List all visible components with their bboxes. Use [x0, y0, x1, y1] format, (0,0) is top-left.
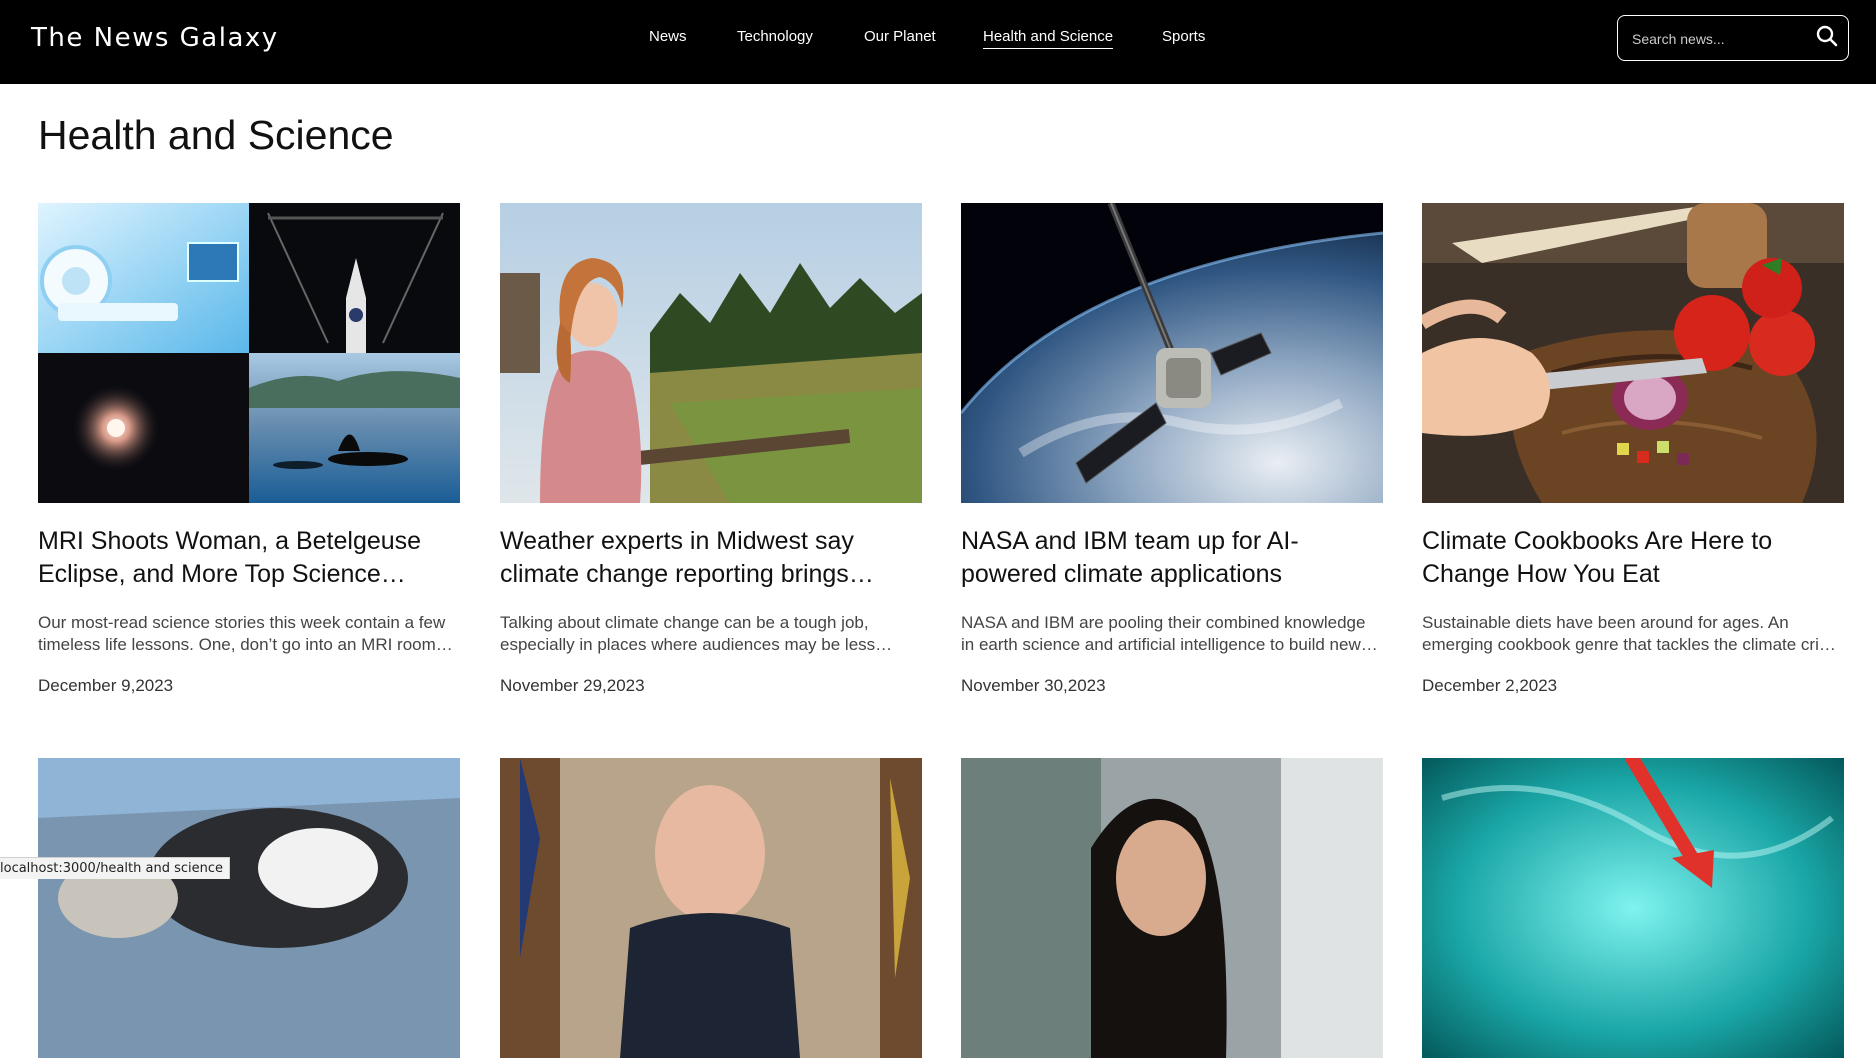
- article-title[interactable]: MRI Shoots Woman, a Betelgeuse Eclipse, …: [38, 525, 460, 591]
- search-icon[interactable]: [1814, 23, 1840, 49]
- article-date: November 29,2023: [500, 676, 645, 695]
- status-bar-url: localhost:3000/health and science: [0, 857, 230, 879]
- nav-health-and-science[interactable]: Health and Science: [983, 28, 1114, 49]
- search-input[interactable]: [1630, 26, 1814, 52]
- article-image[interactable]: [961, 203, 1383, 503]
- article-image[interactable]: [961, 758, 1383, 1058]
- article-title[interactable]: Climate Cookbooks Are Here to Change How…: [1422, 525, 1844, 591]
- article-image[interactable]: [1422, 758, 1844, 1058]
- article-title[interactable]: Weather experts in Midwest say climate c…: [500, 525, 922, 591]
- nav-news[interactable]: News: [649, 28, 687, 48]
- main-nav: News Technology Our Planet Health and Sc…: [0, 0, 1876, 84]
- article-description: NASA and IBM are pooling their combined …: [961, 613, 1366, 654]
- article-image[interactable]: [38, 758, 460, 1058]
- nav-our-planet[interactable]: Our Planet: [864, 28, 936, 48]
- page-title: Health and Science: [38, 112, 394, 158]
- article-description: Our most-read science stories this week …: [38, 613, 446, 654]
- article-date: November 30,2023: [961, 676, 1106, 695]
- article-description: Talking about climate change can be a to…: [500, 613, 876, 654]
- article-title[interactable]: NASA and IBM team up for AI-powered clim…: [961, 525, 1383, 591]
- article-date: December 2,2023: [1422, 676, 1558, 695]
- nav-technology[interactable]: Technology: [737, 28, 813, 48]
- article-date: December 9,2023: [38, 676, 174, 695]
- article-image[interactable]: [38, 203, 460, 503]
- search-box: [1617, 15, 1849, 61]
- article-image[interactable]: [500, 758, 922, 1058]
- article-image[interactable]: [1422, 203, 1844, 503]
- article-description: Sustainable diets have been around for a…: [1422, 613, 1840, 654]
- article-image[interactable]: [500, 203, 922, 503]
- nav-sports[interactable]: Sports: [1162, 28, 1205, 48]
- top-navbar: The News Galaxy News Technology Our Plan…: [0, 0, 1876, 84]
